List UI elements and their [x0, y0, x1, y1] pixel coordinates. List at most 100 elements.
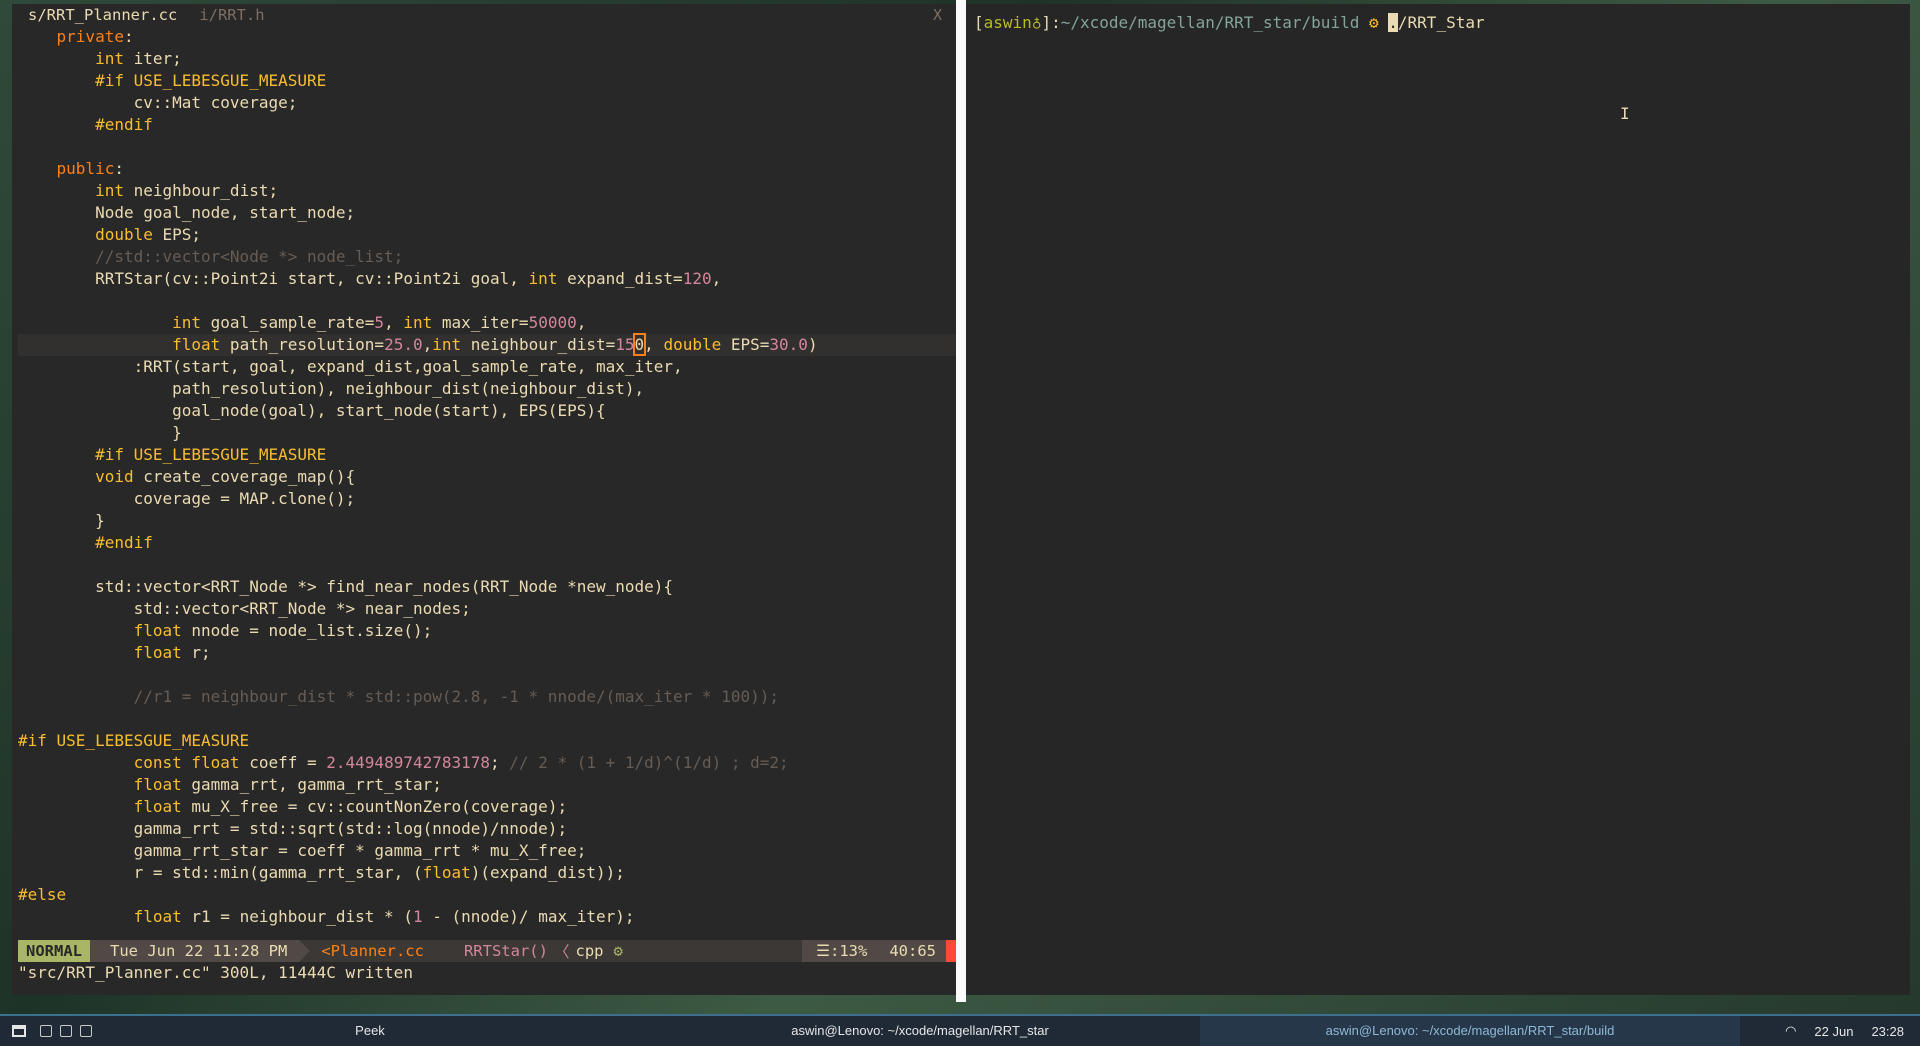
code-line[interactable]: gamma_rrt = std::sqrt(std::log(nnode)/nn… — [18, 818, 956, 840]
code-token: int — [95, 49, 124, 68]
code-token: //std::vector<Node *> node_list; — [18, 247, 404, 266]
code-token: ; — [490, 753, 510, 772]
code-token: goal_sample_rate= — [201, 313, 375, 332]
code-token: 1 — [412, 907, 423, 926]
code-token: 5 — [374, 313, 385, 332]
code-line[interactable]: //std::vector<Node *> node_list; — [18, 246, 956, 268]
code-token: EPS; — [152, 225, 202, 244]
code-line[interactable]: goal_node(goal), start_node(start), EPS(… — [18, 400, 956, 422]
code-line[interactable]: double EPS; — [18, 224, 956, 246]
code-line[interactable]: public: — [18, 158, 956, 180]
prompt-bracket-open: [ — [974, 13, 984, 32]
code-line[interactable]: float nnode = node_list.size(); — [18, 620, 956, 642]
code-line[interactable]: std::vector<RRT_Node *> near_nodes; — [18, 598, 956, 620]
code-token: int — [403, 313, 433, 332]
code-line[interactable]: RRTStar(cv::Point2i start, cv::Point2i g… — [18, 268, 956, 290]
code-line[interactable]: :RRT(start, goal, expand_dist,goal_sampl… — [18, 356, 956, 378]
code-line[interactable]: const float coeff = 2.449489742783178; /… — [18, 752, 956, 774]
code-line[interactable]: #if USE_LEBESGUE_MEASURE — [18, 444, 956, 466]
code-line[interactable]: int iter; — [18, 48, 956, 70]
prompt-bracket-close: ]: — [1041, 13, 1061, 32]
close-tab-button[interactable]: X — [933, 6, 942, 24]
code-token: path_resolution= — [220, 335, 385, 354]
code-line[interactable]: int goal_sample_rate=5, int max_iter=500… — [18, 312, 956, 334]
pane-divider[interactable] — [956, 0, 966, 1002]
task-terminal-2[interactable]: aswin@Lenovo: ~/xcode/magellan/RRT_star/… — [1200, 1016, 1740, 1046]
code-token: double — [95, 225, 153, 244]
code-line[interactable] — [18, 136, 956, 158]
code-line[interactable]: //r1 = neighbour_dist * std::pow(2.8, -1… — [18, 686, 956, 708]
code-line[interactable]: float mu_X_free = cv::countNonZero(cover… — [18, 796, 956, 818]
code-token: int — [95, 181, 124, 200]
code-line[interactable] — [18, 664, 956, 686]
code-line[interactable]: float path_resolution=25.0,int neighbour… — [18, 333, 956, 356]
code-token: r1 = neighbour_dist * ( — [181, 907, 413, 926]
clock-label[interactable]: 23:28 — [1871, 1024, 1904, 1039]
code-token: cv::Mat coverage; — [18, 93, 298, 112]
code-line[interactable]: #if USE_LEBESGUE_MEASURE — [18, 70, 956, 92]
code-line[interactable]: path_resolution), neighbour_dist(neighbo… — [18, 378, 956, 400]
code-area[interactable]: private: int iter; #if USE_LEBESGUE_MEAS… — [18, 26, 956, 940]
code-token: #if USE_LEBESGUE_MEASURE — [95, 71, 327, 90]
task-terminal-1[interactable]: aswin@Lenovo: ~/xcode/magellan/RRT_star — [700, 1016, 1140, 1046]
code-line[interactable] — [18, 708, 956, 730]
code-line[interactable]: } — [18, 422, 956, 444]
window-switcher-icon[interactable] — [80, 1025, 92, 1037]
terminal-pane[interactable]: [aswin♁]:~/xcode/magellan/RRT_star/build… — [966, 4, 1910, 995]
code-token: float — [422, 863, 471, 882]
code-line[interactable]: private: — [18, 26, 956, 48]
mode-indicator: NORMAL — [18, 940, 101, 962]
code-token: neighbour_dist= — [461, 335, 616, 354]
code-token: max_iter= — [432, 313, 529, 332]
tab-rrt-header[interactable]: i/RRT.h — [199, 6, 264, 24]
code-token: float — [133, 621, 182, 640]
code-token: )(expand_dist)); — [470, 863, 625, 882]
code-token: int — [172, 313, 202, 332]
code-token: mu_X_free = cv::countNonZero(coverage); — [181, 797, 568, 816]
status-position: 40:65 — [879, 940, 946, 962]
code-line[interactable]: r = std::min(gamma_rrt_star, (float)(exp… — [18, 862, 956, 884]
code-token: #if USE_LEBESGUE_MEASURE — [95, 445, 327, 464]
code-token: 120 — [682, 269, 712, 288]
code-line[interactable]: void create_coverage_map(){ — [18, 466, 956, 488]
code-line[interactable]: float r; — [18, 642, 956, 664]
code-line[interactable]: cv::Mat coverage; — [18, 92, 956, 114]
code-token: , — [384, 313, 404, 332]
code-line[interactable] — [18, 554, 956, 576]
code-line[interactable]: float gamma_rrt, gamma_rrt_star; — [18, 774, 956, 796]
code-line[interactable]: #endif — [18, 532, 956, 554]
code-token: public — [56, 159, 115, 178]
editor-launcher-icon[interactable] — [60, 1025, 72, 1037]
code-token: //r1 = neighbour_dist * std::pow(2.8, -1… — [18, 687, 779, 706]
code-line[interactable]: int neighbour_dist; — [18, 180, 956, 202]
terminal-prompt-line[interactable]: [aswin♁]:~/xcode/magellan/RRT_star/build… — [966, 4, 1910, 42]
code-line[interactable] — [18, 290, 956, 312]
code-line[interactable]: Node goal_node, start_node; — [18, 202, 956, 224]
code-token: : — [114, 159, 124, 178]
code-line[interactable]: coverage = MAP.clone(); — [18, 488, 956, 510]
code-token: expand_dist= — [557, 269, 683, 288]
code-token: #else — [18, 885, 67, 904]
code-line[interactable]: #endif — [18, 114, 956, 136]
editor-pane[interactable]: s/RRT_Planner.cc i/RRT.h X private: int … — [12, 4, 956, 995]
browser-launcher-icon[interactable] — [40, 1025, 52, 1037]
code-line[interactable]: } — [18, 510, 956, 532]
status-function: RRTStar() — [463, 942, 548, 960]
code-line[interactable]: gamma_rrt_star = coeff * gamma_rrt * mu_… — [18, 840, 956, 862]
code-token: create_coverage_map(){ — [133, 467, 356, 486]
tab-rrt-planner[interactable]: s/RRT_Planner.cc — [28, 6, 177, 24]
task-peek[interactable]: Peek — [100, 1016, 640, 1046]
code-token: } — [18, 423, 182, 442]
menu-icon[interactable] — [12, 1025, 26, 1037]
code-token: path_resolution), neighbour_dist(neighbo… — [18, 379, 645, 398]
wifi-icon[interactable]: ◠ — [1785, 1023, 1796, 1039]
date-label[interactable]: 22 Jun — [1814, 1024, 1853, 1039]
code-line[interactable]: #if USE_LEBESGUE_MEASURE — [18, 730, 956, 752]
code-line[interactable]: float r1 = neighbour_dist * (1 - (nnode)… — [18, 906, 956, 928]
code-line[interactable]: std::vector<RRT_Node *> find_near_nodes(… — [18, 576, 956, 598]
code-token: : — [123, 27, 134, 46]
code-line[interactable]: #else — [18, 884, 956, 906]
